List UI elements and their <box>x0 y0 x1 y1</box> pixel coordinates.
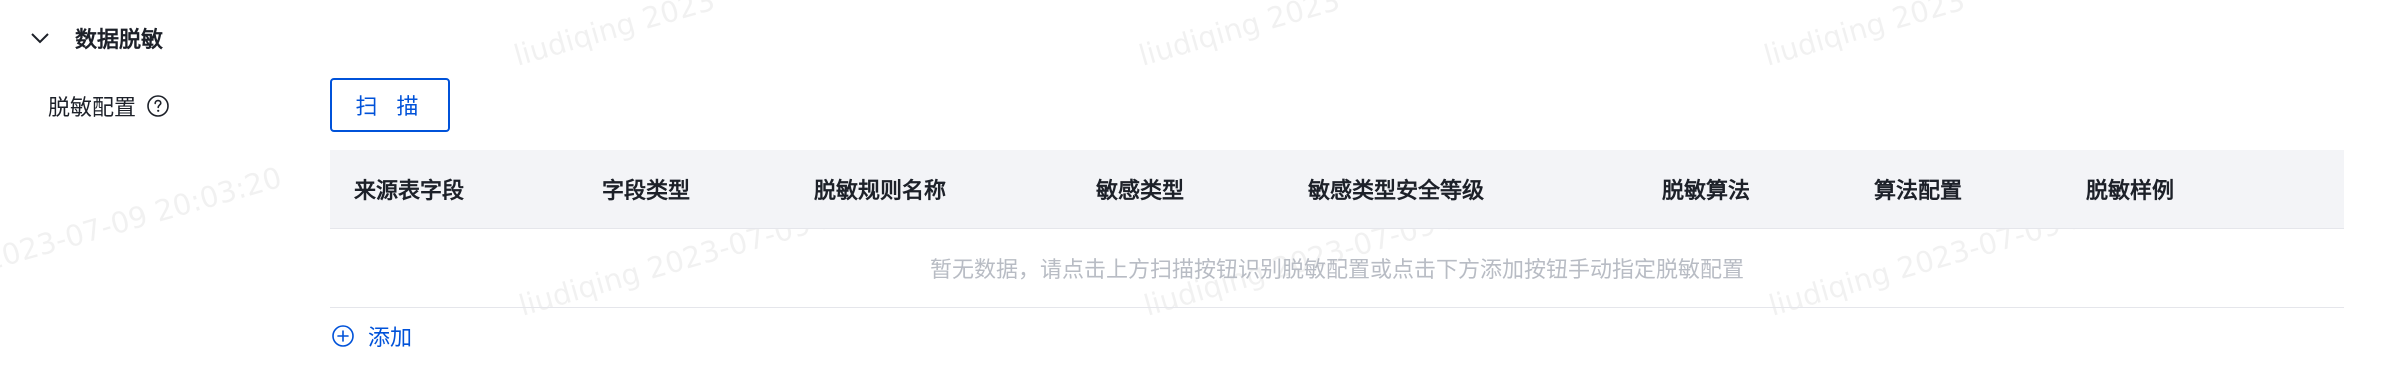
chevron-down-icon[interactable] <box>27 25 53 51</box>
question-circle-icon[interactable] <box>146 94 170 118</box>
column-header-security-level: 敏感类型安全等级 <box>1308 179 1485 204</box>
column-header-algorithm-config: 算法配置 <box>1874 179 1963 204</box>
watermark: 2023-07-09 20:03:20 <box>0 160 286 278</box>
add-button[interactable]: 添加 <box>330 318 412 354</box>
column-header-field-type: 字段类型 <box>602 179 691 204</box>
column-header-algorithm: 脱敏算法 <box>1662 179 1751 204</box>
column-header-sensitive-type: 敏感类型 <box>1096 179 1185 204</box>
form-label-text: 脱敏配置 <box>48 96 137 121</box>
page: liudiqing 2023 liudiqing 2023 liudiqing … <box>0 0 2386 392</box>
form-label-desensitize-config: 脱敏配置 <box>48 88 170 124</box>
table-header: 来源表字段 字段类型 脱敏规则名称 敏感类型 敏感类型安全等级 脱敏算法 算法配… <box>330 150 2344 229</box>
column-header-source-field: 来源表字段 <box>354 179 465 204</box>
watermark: liudiqing 2023 <box>1135 0 1344 73</box>
table-empty-state: 暂无数据，请点击上方扫描按钮识别脱敏配置或点击下方添加按钮手动指定脱敏配置 <box>330 229 2344 308</box>
column-header-rule-name: 脱敏规则名称 <box>814 179 947 204</box>
watermark: liudiqing 2023 <box>510 0 719 73</box>
desensitize-table: 来源表字段 字段类型 脱敏规则名称 敏感类型 敏感类型安全等级 脱敏算法 算法配… <box>330 150 2344 308</box>
scan-button[interactable]: 扫 描 <box>330 78 450 132</box>
column-header-sample: 脱敏样例 <box>2086 179 2175 204</box>
watermark: liudiqing 2023 <box>1760 0 1969 73</box>
add-label: 添加 <box>368 326 413 351</box>
plus-circle-icon <box>330 323 356 349</box>
section-header[interactable]: 数据脱敏 <box>27 20 163 56</box>
section-title: 数据脱敏 <box>75 28 164 53</box>
